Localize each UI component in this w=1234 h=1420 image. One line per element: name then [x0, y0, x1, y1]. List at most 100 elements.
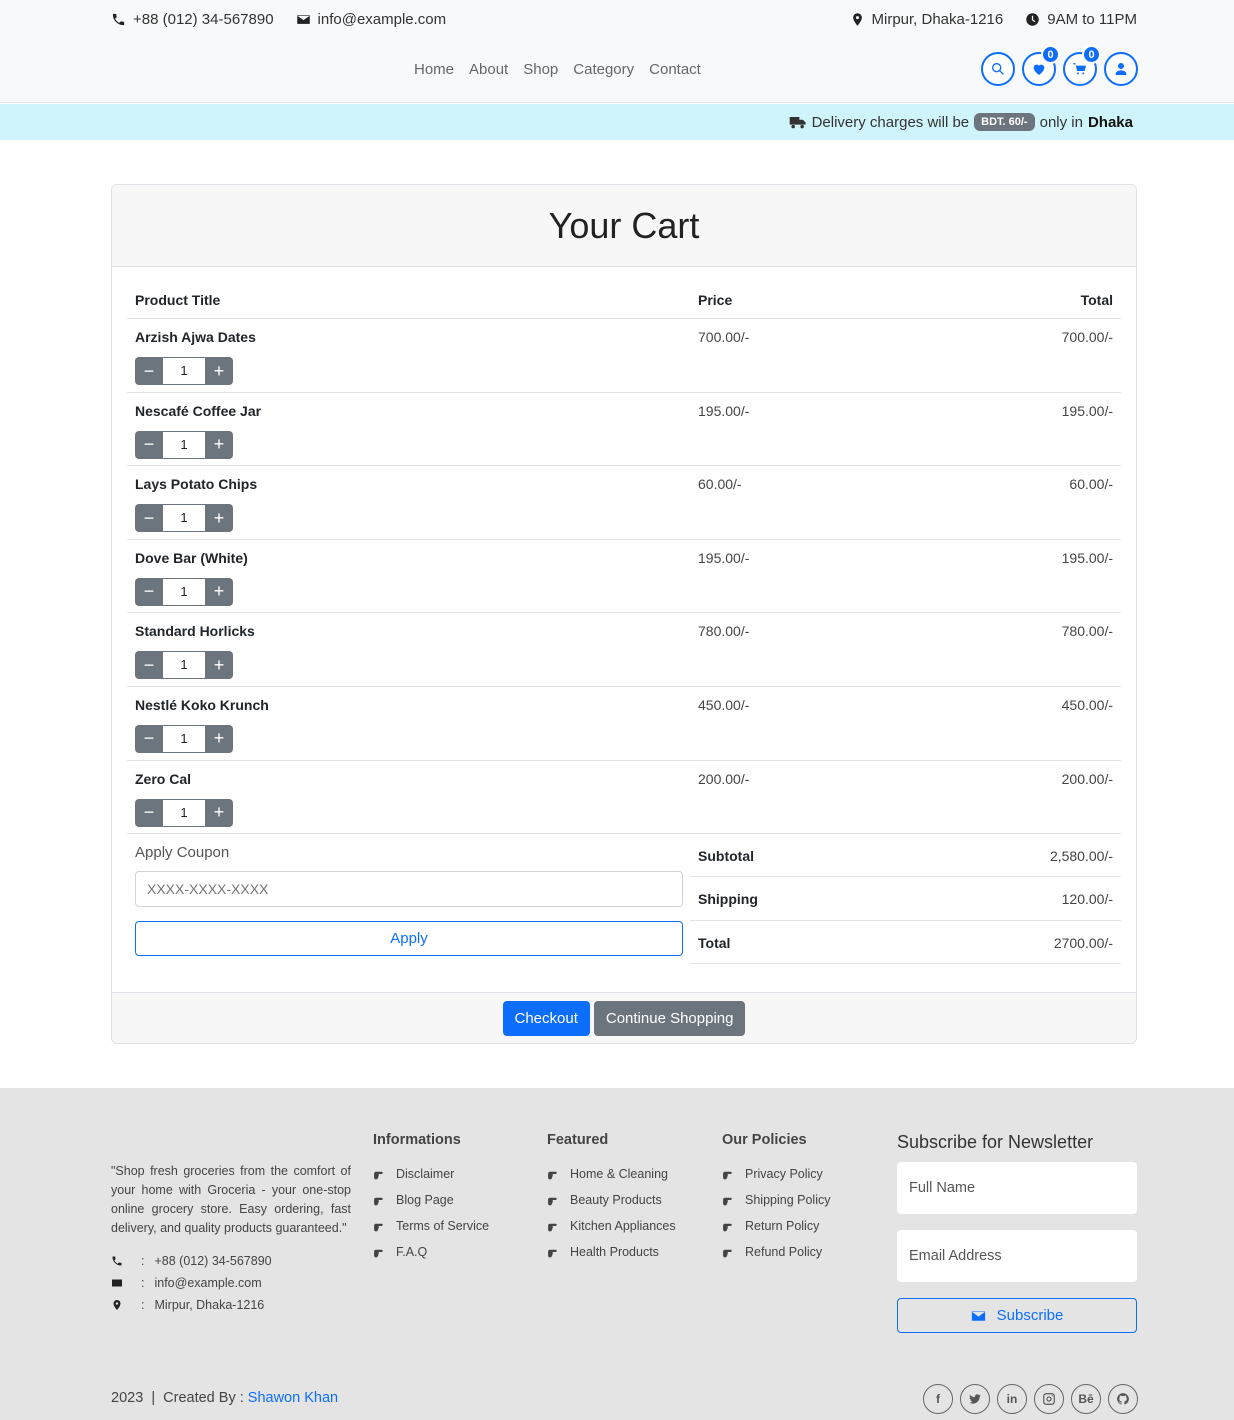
cart-item-name: Standard Horlicks	[135, 623, 255, 640]
quantity-stepper: −1 +	[135, 651, 233, 680]
nav-shop[interactable]: Shop	[523, 61, 558, 78]
heart-icon	[1033, 64, 1045, 75]
footer-link[interactable]: Terms of Service	[373, 1213, 489, 1239]
footer-link-label: Disclaimer	[396, 1167, 455, 1181]
quantity-input[interactable]: 1	[163, 724, 205, 753]
twitter-icon[interactable]	[960, 1384, 990, 1414]
cart-item-name: Arzish Ajwa Dates	[135, 329, 256, 345]
apply-coupon-button[interactable]: Apply	[135, 921, 683, 957]
cart-item-price: 195.00/-	[698, 549, 750, 566]
header-total: Total	[1080, 292, 1113, 308]
footer-link[interactable]: F.A.Q	[373, 1239, 489, 1265]
cart-item-price: 450.00/-	[698, 696, 750, 713]
credits-divider: |	[147, 1390, 160, 1406]
footer-location-text: Mirpur, Dhaka-1216	[154, 1298, 265, 1312]
search-icon	[992, 63, 1004, 75]
instagram-icon[interactable]	[1034, 1384, 1064, 1414]
footer-col-policies: Our Policies Privacy Policy Shipping Polic…	[722, 1132, 830, 1265]
quantity-increase-button[interactable]: +	[205, 577, 233, 606]
footer-link[interactable]: Kitchen Appliances	[547, 1213, 676, 1239]
quantity-decrease-button[interactable]: −	[135, 651, 163, 680]
linkedin-icon[interactable]: in	[997, 1384, 1027, 1414]
quantity-increase-button[interactable]: +	[205, 651, 233, 680]
newsletter-title: Subscribe for Newsletter	[897, 1132, 1094, 1152]
cart-item-name: Lays Potato Chips	[135, 476, 258, 493]
footer-col-informations: Informations Disclaimer Blog Page Terms of …	[373, 1132, 489, 1265]
footer-link[interactable]: Disclaimer	[373, 1161, 489, 1187]
cart-item-row: Nestlé Koko Krunch −1 +450.00/- 450.00/-	[127, 687, 1121, 761]
cart-button[interactable]: 0	[1063, 45, 1101, 86]
user-icon	[1115, 63, 1127, 75]
quantity-decrease-button[interactable]: −	[135, 430, 163, 459]
quantity-stepper: −1 +	[135, 724, 233, 753]
subscribe-button[interactable]: Subscribe	[897, 1298, 1137, 1333]
footer-about-text: "Shop fresh groceries from the comfort o…	[111, 1164, 351, 1235]
nav-contact[interactable]: Contact	[649, 61, 701, 78]
nav-category[interactable]: Category	[573, 61, 634, 78]
quantity-input[interactable]: 1	[163, 577, 205, 606]
quantity-input[interactable]: 1	[163, 430, 205, 459]
quantity-stepper: −1 +	[135, 430, 233, 459]
quantity-increase-button[interactable]: +	[205, 798, 233, 827]
topbar-phone-text: +88 (012) 34-567890	[133, 10, 274, 28]
footer-contact-email: : info@example.com	[111, 1272, 272, 1294]
wishlist-button[interactable]: 0	[1022, 45, 1060, 86]
quantity-input[interactable]: 1	[163, 651, 205, 680]
quantity-increase-button[interactable]: +	[205, 724, 233, 753]
footer-link[interactable]: Return Policy	[722, 1213, 830, 1239]
cart-icon	[1073, 63, 1086, 75]
footer-link-label: Home & Cleaning	[570, 1167, 668, 1181]
footer-link[interactable]: Privacy Policy	[722, 1161, 830, 1187]
quantity-increase-button[interactable]: +	[205, 504, 233, 533]
coupon-input[interactable]	[135, 871, 683, 908]
phone-icon	[112, 13, 125, 25]
clock-icon	[1026, 12, 1039, 26]
facebook-icon[interactable]: f	[923, 1384, 953, 1414]
full-name-field[interactable]: Full Name	[897, 1162, 1137, 1214]
email-field[interactable]: Email Address	[897, 1230, 1137, 1282]
search-button[interactable]	[981, 52, 1015, 86]
delivery-amount-badge: BDT. 60/-	[974, 113, 1035, 131]
nav-home[interactable]: Home	[414, 61, 454, 78]
account-button[interactable]	[1104, 52, 1138, 86]
quantity-decrease-button[interactable]: −	[135, 504, 163, 533]
quantity-decrease-button[interactable]: −	[135, 357, 163, 385]
behance-icon[interactable]: Bē	[1071, 1384, 1101, 1414]
footer-link[interactable]: Beauty Products	[547, 1187, 676, 1213]
quantity-increase-button[interactable]: +	[205, 357, 233, 385]
total-row: Total 2700.00/-	[690, 921, 1121, 965]
checkout-button[interactable]: Checkout	[502, 1000, 590, 1036]
footer-link[interactable]: Refund Policy	[722, 1239, 830, 1265]
quantity-decrease-button[interactable]: −	[135, 577, 163, 606]
github-icon[interactable]	[1108, 1384, 1138, 1414]
cart-item-name: Nestlé Koko Krunch	[135, 696, 269, 713]
footer-link[interactable]: Shipping Policy	[722, 1187, 830, 1213]
credits-created-by: Created By :	[163, 1390, 244, 1406]
footer-link[interactable]: Home & Cleaning	[547, 1161, 676, 1187]
footer-link-label: Health Products	[570, 1245, 659, 1259]
quantity-input[interactable]: 1	[163, 357, 205, 385]
footer-link[interactable]: Blog Page	[373, 1187, 489, 1213]
total-label: Total	[698, 934, 731, 951]
hand-point-right-icon	[548, 1171, 557, 1179]
credits-author-link[interactable]: Shawon Khan	[248, 1390, 338, 1406]
cart-item-total: 60.00/-	[1069, 476, 1113, 493]
footer-link-label: Return Policy	[745, 1219, 820, 1233]
subtotal-row: Subtotal 2,580.00/-	[690, 834, 1121, 878]
footer-link[interactable]: Health Products	[547, 1239, 676, 1265]
quantity-decrease-button[interactable]: −	[135, 798, 163, 827]
quantity-input[interactable]: 1	[163, 504, 205, 533]
quantity-decrease-button[interactable]: −	[135, 724, 163, 753]
quantity-input[interactable]: 1	[163, 798, 205, 827]
delivery-middle: only in	[1039, 113, 1083, 131]
delivery-notice: Delivery charges will be BDT. 60/- only …	[0, 104, 1234, 140]
quantity-stepper: −1 +	[135, 504, 233, 533]
cart-item-row: Nescafé Coffee Jar −1 +195.00/- 195.00/-	[127, 393, 1121, 467]
nav-about[interactable]: About	[469, 61, 508, 78]
header-price: Price	[698, 292, 733, 308]
quantity-increase-button[interactable]: +	[205, 430, 233, 459]
footer-contact-location: : Mirpur, Dhaka-1216	[111, 1294, 272, 1316]
topbar-hours-text: 9AM to 11PM	[1047, 10, 1137, 28]
cart-table: Product Title Price Total Arzish Ajwa Da…	[127, 281, 1121, 965]
continue-shopping-button[interactable]: Continue Shopping	[593, 1000, 746, 1036]
